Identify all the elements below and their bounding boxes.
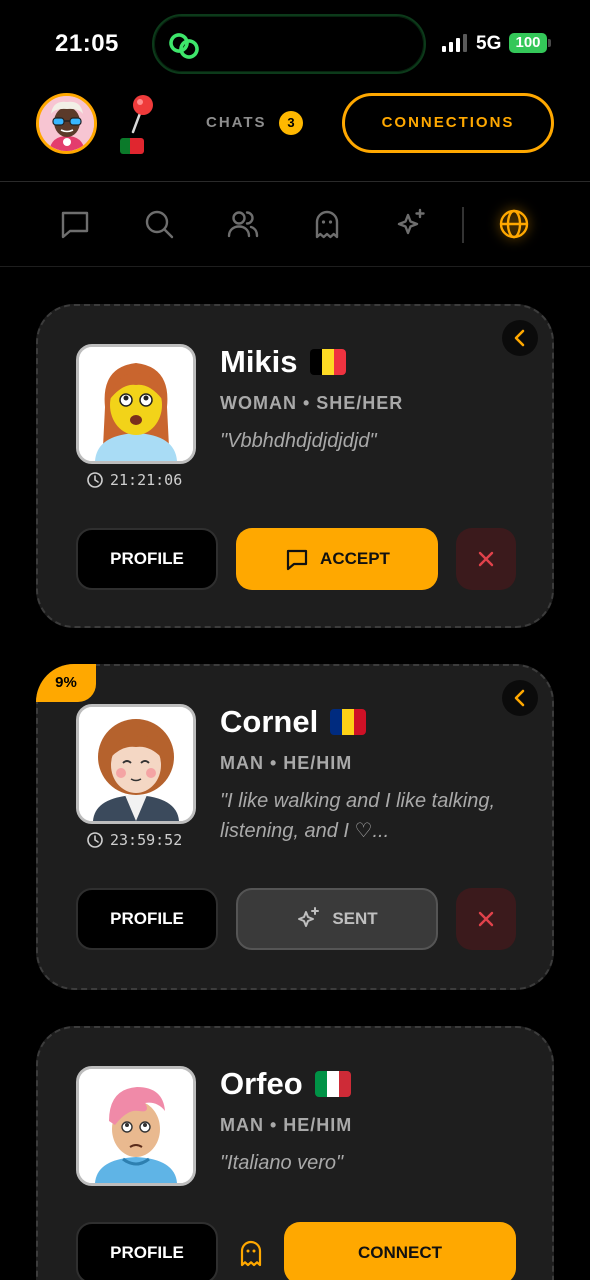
globe-icon: [499, 209, 529, 239]
decline-button[interactable]: [456, 528, 516, 590]
tab-ghost[interactable]: [310, 207, 344, 241]
status-time: 21:05: [55, 30, 119, 57]
clock-icon: [87, 472, 103, 488]
chevron-left-icon: [514, 329, 525, 347]
sent-button[interactable]: SENT: [236, 888, 438, 950]
chat-bubble-icon: [61, 211, 89, 239]
signal-icon: [442, 34, 467, 52]
name-row: Orfeo: [220, 1066, 351, 1102]
sparkles-icon: [298, 907, 320, 927]
countdown-timer: 21:21:06: [86, 471, 182, 489]
accept-button[interactable]: ACCEPT: [236, 528, 438, 590]
flag-italy-icon: [314, 1071, 351, 1097]
connect-button[interactable]: CONNECT: [284, 1222, 516, 1280]
woman-avatar-illustration: [79, 347, 193, 461]
man-avatar-illustration: [79, 707, 193, 821]
tab-chats[interactable]: [58, 207, 92, 241]
search-icon: [145, 210, 174, 239]
flag-romania-icon: [330, 709, 367, 735]
tab-global[interactable]: [497, 207, 531, 241]
user-name: Orfeo: [220, 1066, 303, 1101]
card-collapse-button[interactable]: [502, 680, 538, 716]
ghost-icon: [315, 210, 339, 239]
tab-search[interactable]: [142, 207, 176, 241]
chats-count-badge: 3: [279, 111, 303, 135]
profile-button-label: PROFILE: [110, 909, 184, 928]
user-name: Cornel: [220, 704, 319, 739]
timer-value: 23:59:52: [110, 831, 183, 849]
top-header: CHATS 3 CONNECTIONS: [0, 80, 590, 182]
flag-portugal-icon: [120, 138, 144, 154]
battery-tip: [548, 39, 551, 47]
profile-photo[interactable]: [76, 344, 196, 464]
tab-people[interactable]: [226, 207, 260, 241]
clock-icon: [87, 832, 103, 848]
gender-pronouns: WOMAN • SHE/HER: [220, 393, 404, 413]
bio-quote: "Vbbhdhdjdjdjdjd": [220, 430, 377, 452]
sparkles-icon: [397, 208, 425, 235]
connection-card: 21:21:06 Mikis WOMAN • SHE/HER "Vbbhdhdj…: [36, 304, 554, 628]
chats-tab[interactable]: CHATS: [206, 114, 267, 131]
gender-pronouns: MAN • HE/HIM: [220, 753, 353, 773]
countdown-timer: 23:59:52: [86, 831, 182, 849]
man-avatar-illustration: [79, 1069, 193, 1183]
bio-quote: "I like walking and I like talking, list…: [220, 790, 496, 842]
mode-tabbar: [0, 183, 590, 267]
decline-button[interactable]: [456, 888, 516, 950]
close-icon: [478, 911, 494, 927]
connection-card: Orfeo MAN • HE/HIM "Italiano vero" PROFI…: [36, 1026, 554, 1280]
battery-icon: 100: [509, 33, 547, 53]
match-percent-badge: 9%: [36, 664, 96, 702]
status-bar: 21:05 5G 100: [0, 0, 590, 80]
connect-button-label: CONNECT: [357, 1243, 443, 1262]
link-icon: [169, 33, 199, 59]
name-row: Cornel: [220, 704, 367, 740]
profile-button[interactable]: PROFILE: [76, 528, 218, 590]
accept-button-label: ACCEPT: [320, 549, 390, 568]
user-avatar[interactable]: [36, 93, 97, 154]
card-collapse-button[interactable]: [502, 320, 538, 356]
profile-button-label: PROFILE: [110, 549, 184, 568]
profile-photo[interactable]: [76, 704, 196, 824]
tab-sparkles[interactable]: [394, 207, 428, 241]
avatar-illustration: [39, 96, 94, 151]
gender-pronouns: MAN • HE/HIM: [220, 1115, 353, 1135]
profile-button-label: PROFILE: [110, 1243, 184, 1262]
users-icon: [227, 211, 259, 238]
timer-value: 21:21:06: [110, 471, 183, 489]
profile-photo[interactable]: [76, 1066, 196, 1186]
user-name: Mikis: [220, 344, 298, 379]
chat-bubble-icon: [286, 549, 308, 571]
chevron-left-icon: [514, 689, 525, 707]
dynamic-island: [152, 14, 426, 74]
name-row: Mikis: [220, 344, 346, 380]
network-type: 5G: [476, 33, 502, 54]
profile-button[interactable]: PROFILE: [76, 1222, 218, 1280]
location-pin-icon[interactable]: [128, 94, 156, 134]
sent-button-label: SENT: [332, 909, 378, 928]
connections-button[interactable]: CONNECTIONS: [342, 93, 554, 153]
profile-button[interactable]: PROFILE: [76, 888, 218, 950]
bio-quote: "Italiano vero": [220, 1152, 344, 1174]
flag-belgium-icon: [309, 349, 346, 375]
tab-divider: [462, 207, 464, 243]
ghost-icon[interactable]: [236, 1238, 266, 1268]
connection-card: 9% 23:59:52 Cornel MAN • HE/HIM "I like …: [36, 664, 554, 990]
close-icon: [478, 551, 494, 567]
